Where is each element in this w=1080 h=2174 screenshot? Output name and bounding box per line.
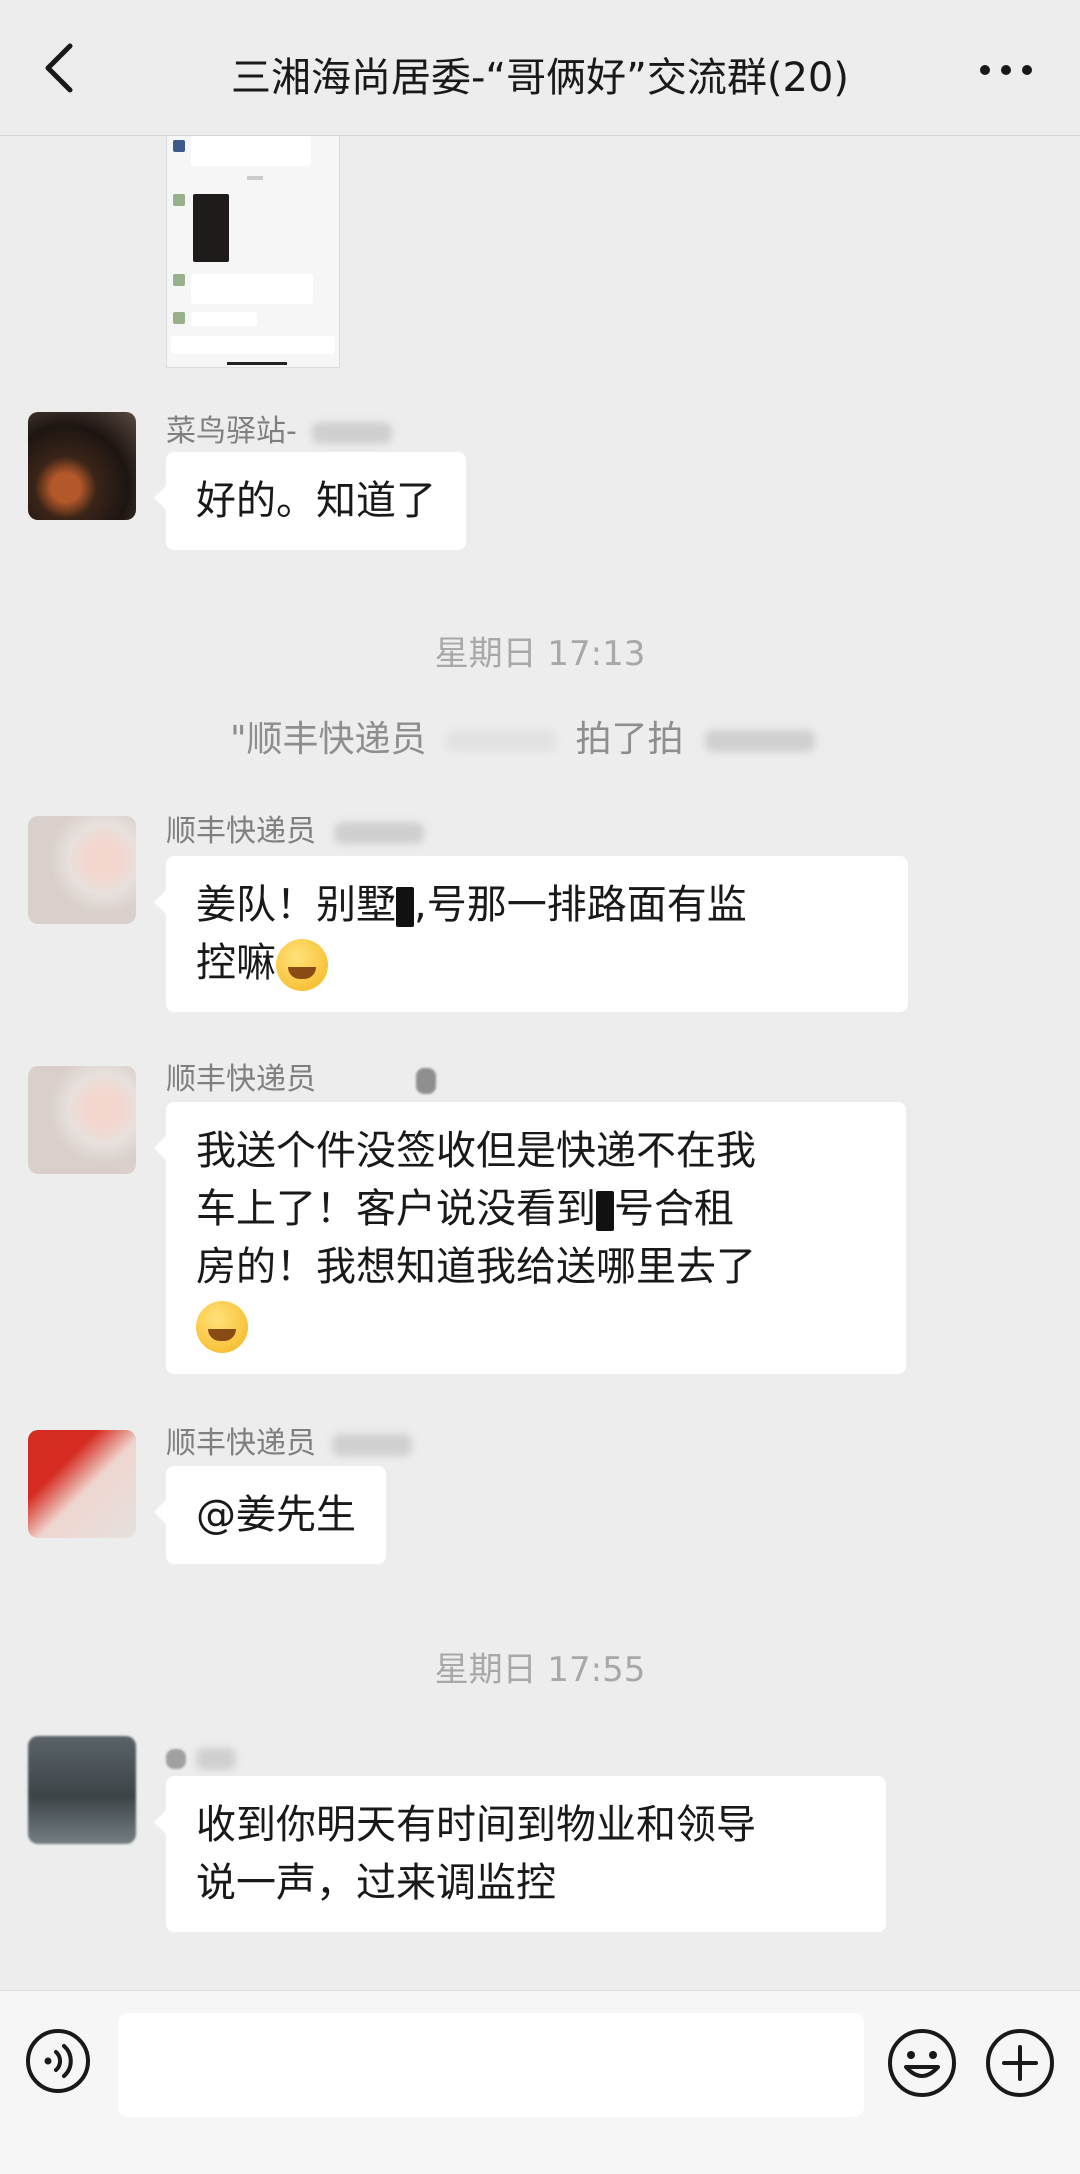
message-list[interactable]: 菜鸟驿站- 好的。知道了 星期日 17:13 "顺丰快递员 拍了拍 顺丰快递员 … xyxy=(0,136,1080,1990)
plus-icon xyxy=(986,2029,1054,2097)
timestamp: 星期日 17:55 xyxy=(434,1650,646,1690)
sender-name: 顺丰快递员 xyxy=(166,1418,412,1462)
message-text: @姜先生 xyxy=(196,1492,356,1538)
redacted-mark xyxy=(333,821,424,844)
more-functions-button[interactable] xyxy=(984,2027,1056,2099)
message-input[interactable] xyxy=(118,2013,864,2117)
sender-name: 顺丰快递员 xyxy=(166,806,424,850)
redacted-mark xyxy=(704,730,815,752)
message-text: 说一声，过来调监控 xyxy=(196,1860,556,1906)
message-bubble[interactable]: 好的。知道了 xyxy=(154,452,466,550)
message-bubble[interactable]: @姜先生 xyxy=(154,1466,386,1564)
more-dots-icon xyxy=(980,65,1032,75)
avatar[interactable] xyxy=(28,1736,136,1844)
timestamp: 星期日 17:13 xyxy=(434,634,646,674)
avatar[interactable] xyxy=(28,412,136,520)
redacted-mark xyxy=(446,730,557,752)
message-text: 我送个件没签收但是快递不在我 xyxy=(196,1128,756,1174)
message-text: 姜队！别墅 ,号那一排路面有监 xyxy=(196,882,747,928)
emoji-button[interactable] xyxy=(886,2027,958,2099)
redacted-mark xyxy=(166,1748,186,1769)
redacted-mark xyxy=(596,1191,614,1231)
message-text: 车上了！客户说没看到 号合租 xyxy=(196,1186,734,1232)
message-text: 房的！我想知道我给送哪里去了 xyxy=(196,1244,756,1290)
redacted-mark xyxy=(396,887,414,927)
sender-name: 菜鸟驿站- xyxy=(166,406,393,450)
message-text: 好的。知道了 xyxy=(196,478,436,524)
message-text: 控嘛 xyxy=(196,934,878,992)
sender-name: 顺丰快递员 xyxy=(166,1054,436,1098)
sweat-emoji-icon xyxy=(276,939,328,991)
laughing-emoji-icon xyxy=(196,1301,248,1353)
message-text xyxy=(196,1296,876,1354)
avatar[interactable] xyxy=(28,1430,136,1538)
voice-button[interactable] xyxy=(24,2027,92,2095)
input-bar xyxy=(0,1990,1080,2174)
redacted-mark xyxy=(312,421,393,444)
message-bubble[interactable]: 收到你明天有时间到物业和领导 说一声，过来调监控 xyxy=(154,1776,886,1932)
chat-title: 三湘海尚居委-“哥俩好”交流群(20) xyxy=(231,55,849,101)
message-text: 收到你明天有时间到物业和领导 xyxy=(196,1802,756,1848)
redacted-mark xyxy=(331,1433,412,1456)
system-message: "顺丰快递员 拍了拍 xyxy=(230,710,815,762)
image-message[interactable] xyxy=(166,136,340,368)
avatar[interactable] xyxy=(28,1066,136,1174)
back-button[interactable] xyxy=(30,40,86,96)
message-bubble[interactable]: 我送个件没签收但是快递不在我 车上了！客户说没看到 号合租 房的！我想知道我给送哪… xyxy=(154,1102,906,1374)
voice-icon xyxy=(26,2029,90,2093)
more-button[interactable] xyxy=(970,46,1042,94)
emoji-icon xyxy=(888,2029,956,2097)
sender-name xyxy=(166,1740,236,1775)
message-bubble[interactable]: 姜队！别墅 ,号那一排路面有监 控嘛 xyxy=(154,856,908,1012)
avatar[interactable] xyxy=(28,816,136,924)
chat-header: 三湘海尚居委-“哥俩好”交流群(20) xyxy=(0,0,1080,136)
back-chevron-icon xyxy=(45,43,73,93)
redacted-mark xyxy=(415,1067,436,1094)
redacted-mark xyxy=(195,1747,236,1770)
